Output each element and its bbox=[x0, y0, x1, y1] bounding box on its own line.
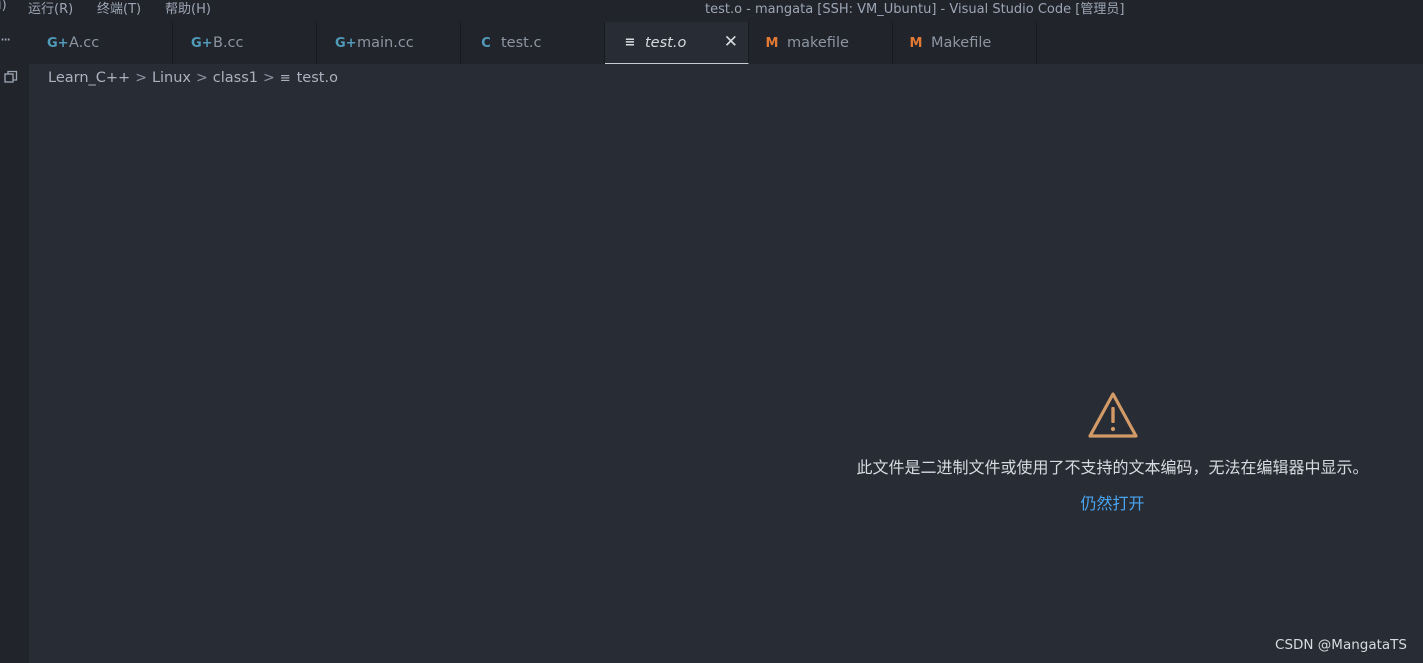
tab-label: Makefile bbox=[931, 35, 992, 51]
close-icon[interactable]: ✕ bbox=[724, 32, 738, 52]
file-lines-icon: ≡ bbox=[624, 35, 636, 50]
chevron-right-icon: > bbox=[262, 70, 275, 86]
tab-makefile[interactable]: M makefile bbox=[749, 22, 893, 64]
tab-test-o[interactable]: ≡ test.o ✕ bbox=[605, 22, 749, 64]
binary-file-message: 此文件是二进制文件或使用了不支持的文本编码，无法在编辑器中显示。 bbox=[856, 458, 1369, 477]
cpp-icon: G+ bbox=[191, 35, 213, 51]
tab-label: test.c bbox=[501, 35, 542, 51]
copy-window-icon[interactable] bbox=[4, 70, 18, 84]
menu-item-help[interactable]: 帮助(H) bbox=[165, 0, 211, 17]
cpp-icon: G+ bbox=[335, 35, 357, 51]
chevron-right-icon: > bbox=[135, 70, 147, 86]
breadcrumb-item-linux[interactable]: Linux bbox=[152, 70, 191, 86]
tab-label: B.cc bbox=[213, 35, 244, 51]
breadcrumb-item-test-o[interactable]: test.o bbox=[297, 70, 338, 86]
binary-file-warning: 此文件是二进制文件或使用了不支持的文本编码，无法在编辑器中显示。 仍然打开 bbox=[840, 390, 1385, 514]
tab-label: makefile bbox=[787, 35, 849, 51]
breadcrumb: Learn_C++ > Linux > class1 > ≡ test.o bbox=[48, 67, 338, 89]
menu-item-run[interactable]: 运行(R) bbox=[28, 0, 73, 17]
tab-b-cc[interactable]: G+ B.cc bbox=[173, 22, 317, 64]
tab-main-cc[interactable]: G+ main.cc bbox=[317, 22, 461, 64]
tab-makefile-capital[interactable]: M Makefile bbox=[893, 22, 1037, 64]
window-title: test.o - mangata [SSH: VM_Ubuntu] - Visu… bbox=[705, 2, 1125, 17]
title-bar: i) 运行(R) 终端(T) 帮助(H) test.o - mangata [S… bbox=[0, 0, 1423, 22]
makefile-icon: M bbox=[909, 35, 923, 51]
c-icon: C bbox=[481, 35, 491, 51]
tab-label: test.o bbox=[645, 34, 687, 51]
file-lines-icon: ≡ bbox=[279, 70, 291, 86]
open-anyway-link[interactable]: 仍然打开 bbox=[1080, 490, 1144, 514]
breadcrumb-item-learn-cpp[interactable]: Learn_C++ bbox=[48, 70, 130, 86]
watermark: CSDN @MangataTS bbox=[1275, 637, 1407, 653]
more-actions-icon[interactable]: ··· bbox=[0, 30, 11, 49]
tab-label: A.cc bbox=[69, 35, 100, 51]
makefile-icon: M bbox=[765, 35, 779, 51]
tab-test-c[interactable]: C test.c bbox=[461, 22, 605, 64]
menu-item-partial[interactable]: i) bbox=[0, 0, 7, 13]
activity-bar bbox=[0, 64, 29, 663]
warning-icon bbox=[1087, 392, 1138, 438]
editor-tab-bar: ··· G+ A.cc G+ B.cc G+ main.cc C test.c … bbox=[0, 22, 1423, 64]
chevron-right-icon: > bbox=[196, 70, 208, 86]
menu-item-terminal[interactable]: 终端(T) bbox=[97, 0, 141, 17]
breadcrumb-item-class1[interactable]: class1 bbox=[213, 70, 258, 86]
cpp-icon: G+ bbox=[47, 35, 69, 51]
tab-a-cc[interactable]: G+ A.cc bbox=[29, 22, 173, 64]
tab-label: main.cc bbox=[357, 35, 414, 51]
